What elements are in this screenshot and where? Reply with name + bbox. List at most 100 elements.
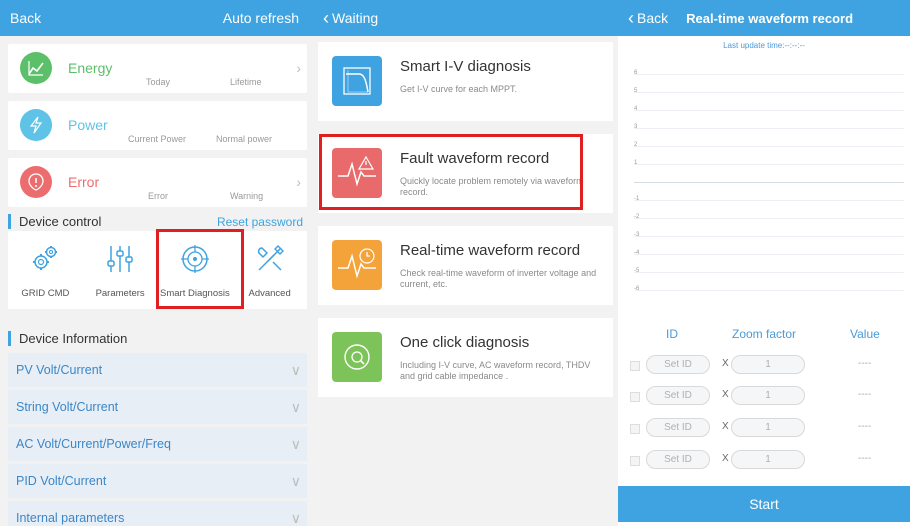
grid-line (634, 182, 904, 183)
grid-line (634, 272, 904, 273)
y-tick-label: -5 (634, 268, 640, 274)
y-tick-label: 4 (634, 106, 638, 112)
y-tick-label: -6 (634, 286, 640, 292)
reset-password-link[interactable]: Reset password (217, 215, 303, 229)
set-id-button[interactable]: Set ID (646, 418, 710, 437)
last-update-label: Last update time:--:--:-- (723, 41, 805, 50)
grid-cmd-button[interactable]: GRID CMD (8, 231, 83, 309)
info-row-label: Internal parameters (16, 511, 125, 525)
grid-cmd-label: GRID CMD (21, 288, 70, 299)
y-tick-label: -2 (634, 214, 640, 220)
value-column-header: Value (850, 327, 880, 341)
zoom-factor-input[interactable]: 1 (731, 386, 805, 405)
channel-checkbox[interactable] (630, 361, 640, 371)
multiply-label: X (722, 421, 729, 432)
error-count-label: Error (148, 191, 168, 201)
grid-line (634, 110, 904, 111)
grid-line (634, 290, 904, 291)
parameters-button[interactable]: Parameters (83, 231, 158, 309)
card-title: One click diagnosis (400, 334, 530, 351)
top-bar: ‹ Back Real-time waveform record (618, 0, 910, 36)
grid-line (634, 128, 904, 129)
realtime-waveform-card[interactable]: Real-time waveform record Check real-tim… (318, 226, 613, 305)
grid-line (634, 74, 904, 75)
error-title: Error (68, 174, 100, 190)
set-id-button[interactable]: Set ID (646, 386, 710, 405)
grid-line (634, 92, 904, 93)
grid-line (634, 164, 904, 165)
energy-today-label: Today (146, 77, 171, 87)
zoom-factor-input[interactable]: 1 (731, 355, 805, 374)
y-tick-label: 6 (634, 70, 638, 76)
energy-icon (20, 52, 52, 84)
back-button[interactable]: Waiting (332, 10, 378, 26)
channel-row: Set ID X 1 ---- (618, 386, 910, 408)
chevron-down-icon: ∨ (290, 510, 301, 526)
back-button[interactable]: Back (10, 10, 41, 26)
zoom-factor-input[interactable]: 1 (731, 450, 805, 469)
normal-power-label: Normal power (216, 134, 273, 144)
card-description: Get I-V curve for each MPPT. (400, 84, 518, 94)
value-text: ---- (858, 453, 872, 464)
one-click-diagnosis-card[interactable]: One click diagnosis Including I-V curve,… (318, 318, 613, 397)
channel-checkbox[interactable] (630, 392, 640, 402)
zoom-factor-input[interactable]: 1 (731, 418, 805, 437)
device-information-heading: Device Information (8, 331, 307, 346)
iv-curve-icon (332, 56, 382, 106)
multiply-label: X (722, 358, 729, 369)
info-row-pv[interactable]: PV Volt/Current ∨ (8, 353, 307, 387)
gears-icon (33, 246, 58, 270)
card-description: Including I-V curve, AC waveform record,… (400, 360, 591, 381)
page-title: Real-time waveform record (686, 10, 854, 26)
back-chevron-icon[interactable]: ‹ (628, 8, 634, 29)
power-card: Power Current Power Normal power (8, 101, 307, 150)
error-shield-icon (20, 166, 52, 198)
parameters-label: Parameters (95, 288, 145, 299)
chevron-right-icon: › (296, 174, 301, 190)
card-title: Smart I-V diagnosis (400, 58, 531, 75)
value-text: ---- (858, 389, 872, 400)
card-title: Real-time waveform record (400, 242, 581, 259)
set-id-button[interactable]: Set ID (646, 450, 710, 469)
value-text: ---- (858, 358, 872, 369)
auto-refresh-button[interactable]: Auto refresh (223, 10, 299, 26)
info-row-ac[interactable]: AC Volt/Current/Power/Freq ∨ (8, 427, 307, 461)
chevron-down-icon: ∨ (290, 473, 301, 489)
y-tick-label: 3 (634, 124, 638, 130)
warning-count-label: Warning (230, 191, 264, 201)
info-row-label: PID Volt/Current (16, 474, 107, 488)
info-row-string[interactable]: String Volt/Current ∨ (8, 390, 307, 424)
sliders-icon (107, 246, 133, 272)
multiply-label: X (722, 389, 729, 400)
y-tick-label: 2 (634, 142, 638, 148)
grid-line (634, 254, 904, 255)
energy-card[interactable]: Energy Today Lifetime › (8, 44, 307, 93)
info-row-pid[interactable]: PID Volt/Current ∨ (8, 464, 307, 498)
realtime-waveform-icon (332, 240, 382, 290)
back-chevron-icon[interactable]: ‹ (323, 8, 329, 29)
y-tick-label: -3 (634, 232, 640, 238)
y-tick-label: -1 (634, 196, 640, 202)
current-power-label: Current Power (128, 134, 187, 144)
grid-line (634, 146, 904, 147)
info-row-label: String Volt/Current (16, 400, 119, 414)
tools-icon (257, 245, 284, 271)
channel-checkbox[interactable] (630, 424, 640, 434)
card-description: Check real-time waveform of inverter vol… (400, 268, 597, 289)
error-card[interactable]: Error Error Warning › (8, 158, 307, 207)
set-id-button[interactable]: Set ID (646, 355, 710, 374)
channel-checkbox[interactable] (630, 456, 640, 466)
top-bar: ‹ Waiting (313, 0, 618, 36)
chevron-down-icon: ∨ (290, 399, 301, 415)
info-row-internal[interactable]: Internal parameters ∨ (8, 501, 307, 526)
grid-line (634, 200, 904, 201)
back-button[interactable]: Back (637, 10, 668, 26)
value-text: ---- (858, 421, 872, 432)
diagnosis-panel: ‹ Waiting Smart I-V diagnosis Get I-V cu… (313, 0, 618, 526)
smart-iv-card[interactable]: Smart I-V diagnosis Get I-V curve for ea… (318, 42, 613, 121)
start-button[interactable]: Start (618, 486, 910, 522)
energy-lifetime-label: Lifetime (230, 77, 262, 87)
waveform-panel: ‹ Back Real-time waveform record Last up… (618, 0, 910, 526)
channel-row: Set ID X 1 ---- (618, 418, 910, 440)
chevron-right-icon: › (296, 60, 301, 76)
